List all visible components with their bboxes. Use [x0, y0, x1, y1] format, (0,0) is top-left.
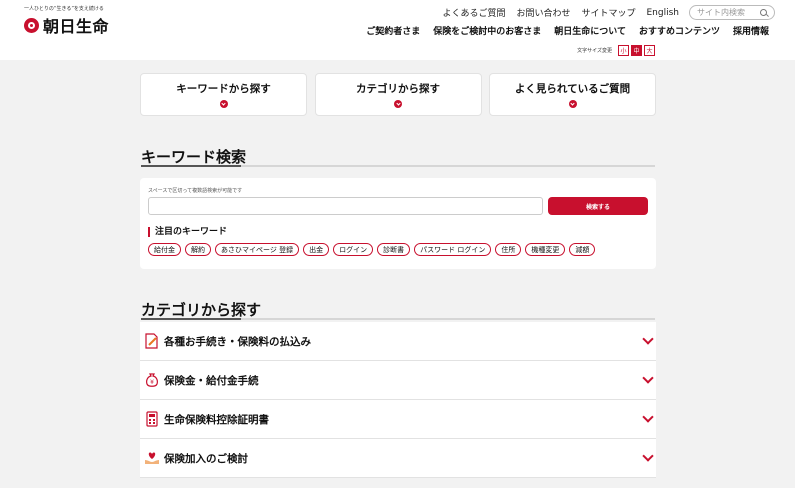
section-divider	[141, 165, 655, 167]
logo-text: 朝日生命	[43, 17, 110, 36]
font-size-switcher: 文字サイズ変更 小 中 大	[577, 45, 655, 56]
category-item-claims[interactable]: ¥ 保険金・給付金手続	[140, 361, 656, 400]
keyword-search-panel: スペースで区切って複数語検索が可能です 検索する 注目のキーワード 給付金 解約…	[140, 178, 656, 269]
svg-text:¥: ¥	[150, 379, 154, 386]
chevron-down-icon	[642, 450, 654, 462]
tagline: 一人ひとりの“生きる”を支え続ける	[24, 6, 104, 12]
keyword-search-input[interactable]	[148, 197, 543, 215]
util-link-faq[interactable]: よくあるご質問	[442, 6, 505, 19]
category-item-enrollment[interactable]: 保険加入のご検討	[140, 439, 656, 478]
keyword-section-title: キーワード検索	[141, 148, 247, 166]
calculator-icon	[143, 411, 160, 428]
tab-label: カテゴリから探す	[356, 83, 440, 95]
font-size-large-button[interactable]: 大	[644, 45, 655, 56]
keyword-search-button[interactable]: 検索する	[548, 197, 648, 215]
site-header: 一人ひとりの“生きる”を支え続ける 朝日生命 よくあるご質問 お問い合わせ サイ…	[0, 0, 795, 60]
logo-mark-icon	[24, 17, 39, 33]
chevron-down-icon	[568, 100, 577, 108]
category-item-procedures[interactable]: 各種お手続き・保険料の払込み	[140, 322, 656, 361]
category-section-title: カテゴリから探す	[141, 301, 262, 319]
font-size-label: 文字サイズ変更	[577, 48, 612, 54]
search-mode-tabs: キーワードから探す カテゴリから探す よく見られているご質問	[140, 73, 656, 116]
category-label: 保険加入のご検討	[164, 452, 248, 465]
chevron-down-icon	[642, 411, 654, 423]
category-list: 各種お手続き・保険料の払込み ¥ 保険金・給付金手続 生命保険料控除証明書 保険…	[140, 322, 656, 478]
font-size-small-button[interactable]: 小	[618, 45, 629, 56]
chevron-down-icon	[219, 100, 228, 108]
keyword-pill[interactable]: あさひマイページ 登録	[215, 243, 300, 256]
main-nav: ご契約者さま 保険をご検討中のお客さま 朝日生命について おすすめコンテンツ 採…	[353, 24, 769, 37]
document-pen-icon	[143, 333, 160, 350]
search-hint: スペースで区切って複数語検索が可能です	[148, 188, 243, 194]
chevron-down-icon	[642, 333, 654, 345]
search-icon[interactable]	[760, 9, 767, 16]
keyword-pill[interactable]: 住所	[495, 243, 522, 256]
site-search-input[interactable]: サイト内検索	[689, 5, 775, 20]
tab-category-search[interactable]: カテゴリから探す	[314, 73, 482, 116]
category-label: 生命保険料控除証明書	[164, 413, 269, 426]
keyword-pill[interactable]: 出金	[303, 243, 330, 256]
keyword-pill[interactable]: 給付金	[148, 243, 181, 256]
util-link-sitemap[interactable]: サイトマップ	[581, 6, 635, 19]
util-link-english[interactable]: English	[647, 8, 680, 18]
keyword-pill[interactable]: 機種変更	[525, 243, 566, 256]
site-search-placeholder: サイト内検索	[697, 8, 745, 17]
tab-keyword-search[interactable]: キーワードから探す	[140, 73, 307, 116]
keyword-pill[interactable]: パスワード ログイン	[414, 243, 492, 256]
font-size-medium-button[interactable]: 中	[631, 45, 642, 56]
nav-item-about[interactable]: 朝日生命について	[554, 24, 626, 37]
tab-label: よく見られているご質問	[514, 83, 631, 95]
category-item-tax-certificate[interactable]: 生命保険料控除証明書	[140, 400, 656, 439]
nav-item-policyholders[interactable]: ご契約者さま	[366, 24, 420, 37]
category-label: 各種お手続き・保険料の払込み	[164, 335, 311, 348]
featured-keywords-list: 給付金 解約 あさひマイページ 登録 出金 ログイン 診断書 パスワード ログイ…	[148, 243, 599, 256]
category-label: 保険金・給付金手続	[164, 374, 259, 387]
tab-label: キーワードから探す	[176, 83, 271, 95]
nav-item-recruit[interactable]: 採用情報	[733, 24, 769, 37]
keyword-pill[interactable]: 減額	[569, 243, 596, 256]
utility-nav: よくあるご質問 お問い合わせ サイトマップ English サイト内検索	[431, 5, 775, 20]
yen-bag-icon: ¥	[143, 372, 160, 389]
nav-item-prospects[interactable]: 保険をご検討中のお客さま	[433, 24, 541, 37]
keyword-pill[interactable]: 診断書	[377, 243, 411, 256]
keyword-pill[interactable]: 解約	[185, 243, 211, 256]
heart-hands-icon	[143, 450, 160, 467]
keyword-pill[interactable]: ログイン	[333, 243, 374, 256]
chevron-down-icon	[394, 100, 402, 108]
nav-item-recommended[interactable]: おすすめコンテンツ	[639, 24, 720, 37]
util-link-contact[interactable]: お問い合わせ	[516, 6, 570, 19]
section-divider	[141, 318, 655, 320]
chevron-down-icon	[642, 372, 654, 384]
tab-popular-questions[interactable]: よく見られているご質問	[489, 73, 656, 116]
logo[interactable]: 朝日生命	[24, 13, 109, 37]
featured-keywords-heading: 注目のキーワード	[148, 227, 227, 237]
